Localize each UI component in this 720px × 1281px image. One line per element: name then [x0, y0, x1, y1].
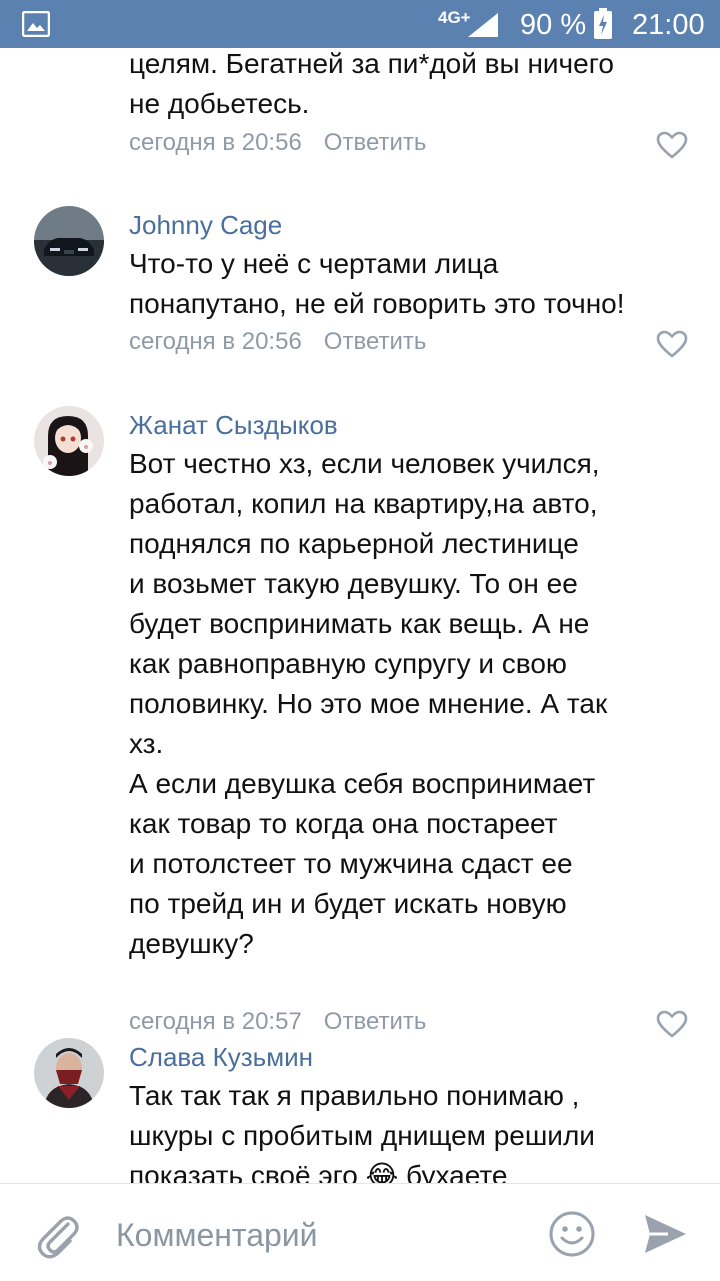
gallery-icon — [22, 11, 50, 37]
comment-composer — [0, 1183, 720, 1281]
comment-text: Так так так я правильно понимаю , шкуры … — [129, 1080, 595, 1183]
reply-button[interactable]: Ответить — [324, 1008, 427, 1035]
battery-percent: 90 % — [520, 9, 587, 41]
avatar[interactable] — [34, 1038, 104, 1108]
paperclip-icon[interactable] — [34, 1210, 80, 1260]
comment-meta: сегодня в 20:57 Ответить — [129, 1008, 426, 1036]
comment-author[interactable]: Жанат Сыздыков — [129, 410, 338, 441]
signal-icon — [468, 13, 498, 37]
comment-text: целям. Бегатней за пи*дой вы ничего не д… — [129, 48, 614, 119]
avatar-person-image — [34, 1038, 104, 1108]
like-icon[interactable] — [656, 131, 688, 159]
avatar[interactable] — [34, 406, 104, 476]
comment-time: сегодня в 20:56 — [129, 328, 302, 355]
avatar[interactable] — [34, 206, 104, 276]
clock: 21:00 — [632, 9, 705, 41]
comment-input[interactable] — [114, 1212, 538, 1258]
comment-time: сегодня в 20:56 — [129, 129, 302, 156]
send-icon[interactable] — [642, 1212, 688, 1256]
like-icon[interactable] — [656, 330, 688, 358]
avatar-anime-image — [34, 406, 104, 476]
status-bar: 4G+ 90 % 21:00 — [0, 0, 720, 48]
comment-meta: сегодня в 20:56 Ответить — [129, 129, 426, 157]
comments-feed[interactable]: целям. Бегатней за пи*дой вы ничего не д… — [0, 48, 720, 1183]
like-icon[interactable] — [656, 1010, 688, 1038]
comment-time: сегодня в 20:57 — [129, 1008, 302, 1035]
comment-author[interactable]: Слава Кузьмин — [129, 1042, 313, 1073]
battery-icon — [594, 8, 612, 39]
comment-text: Что-то у неё с чертами лица понапутано, … — [129, 248, 625, 319]
reply-button[interactable]: Ответить — [324, 328, 427, 355]
comment-text: Вот честно хз, если человек учился, рабо… — [129, 448, 608, 959]
comment-author[interactable]: Johnny Cage — [129, 210, 282, 241]
comment-meta: сегодня в 20:56 Ответить — [129, 328, 426, 356]
avatar-car-image — [34, 206, 104, 276]
emoji-icon[interactable] — [548, 1210, 596, 1258]
reply-button[interactable]: Ответить — [324, 129, 427, 156]
